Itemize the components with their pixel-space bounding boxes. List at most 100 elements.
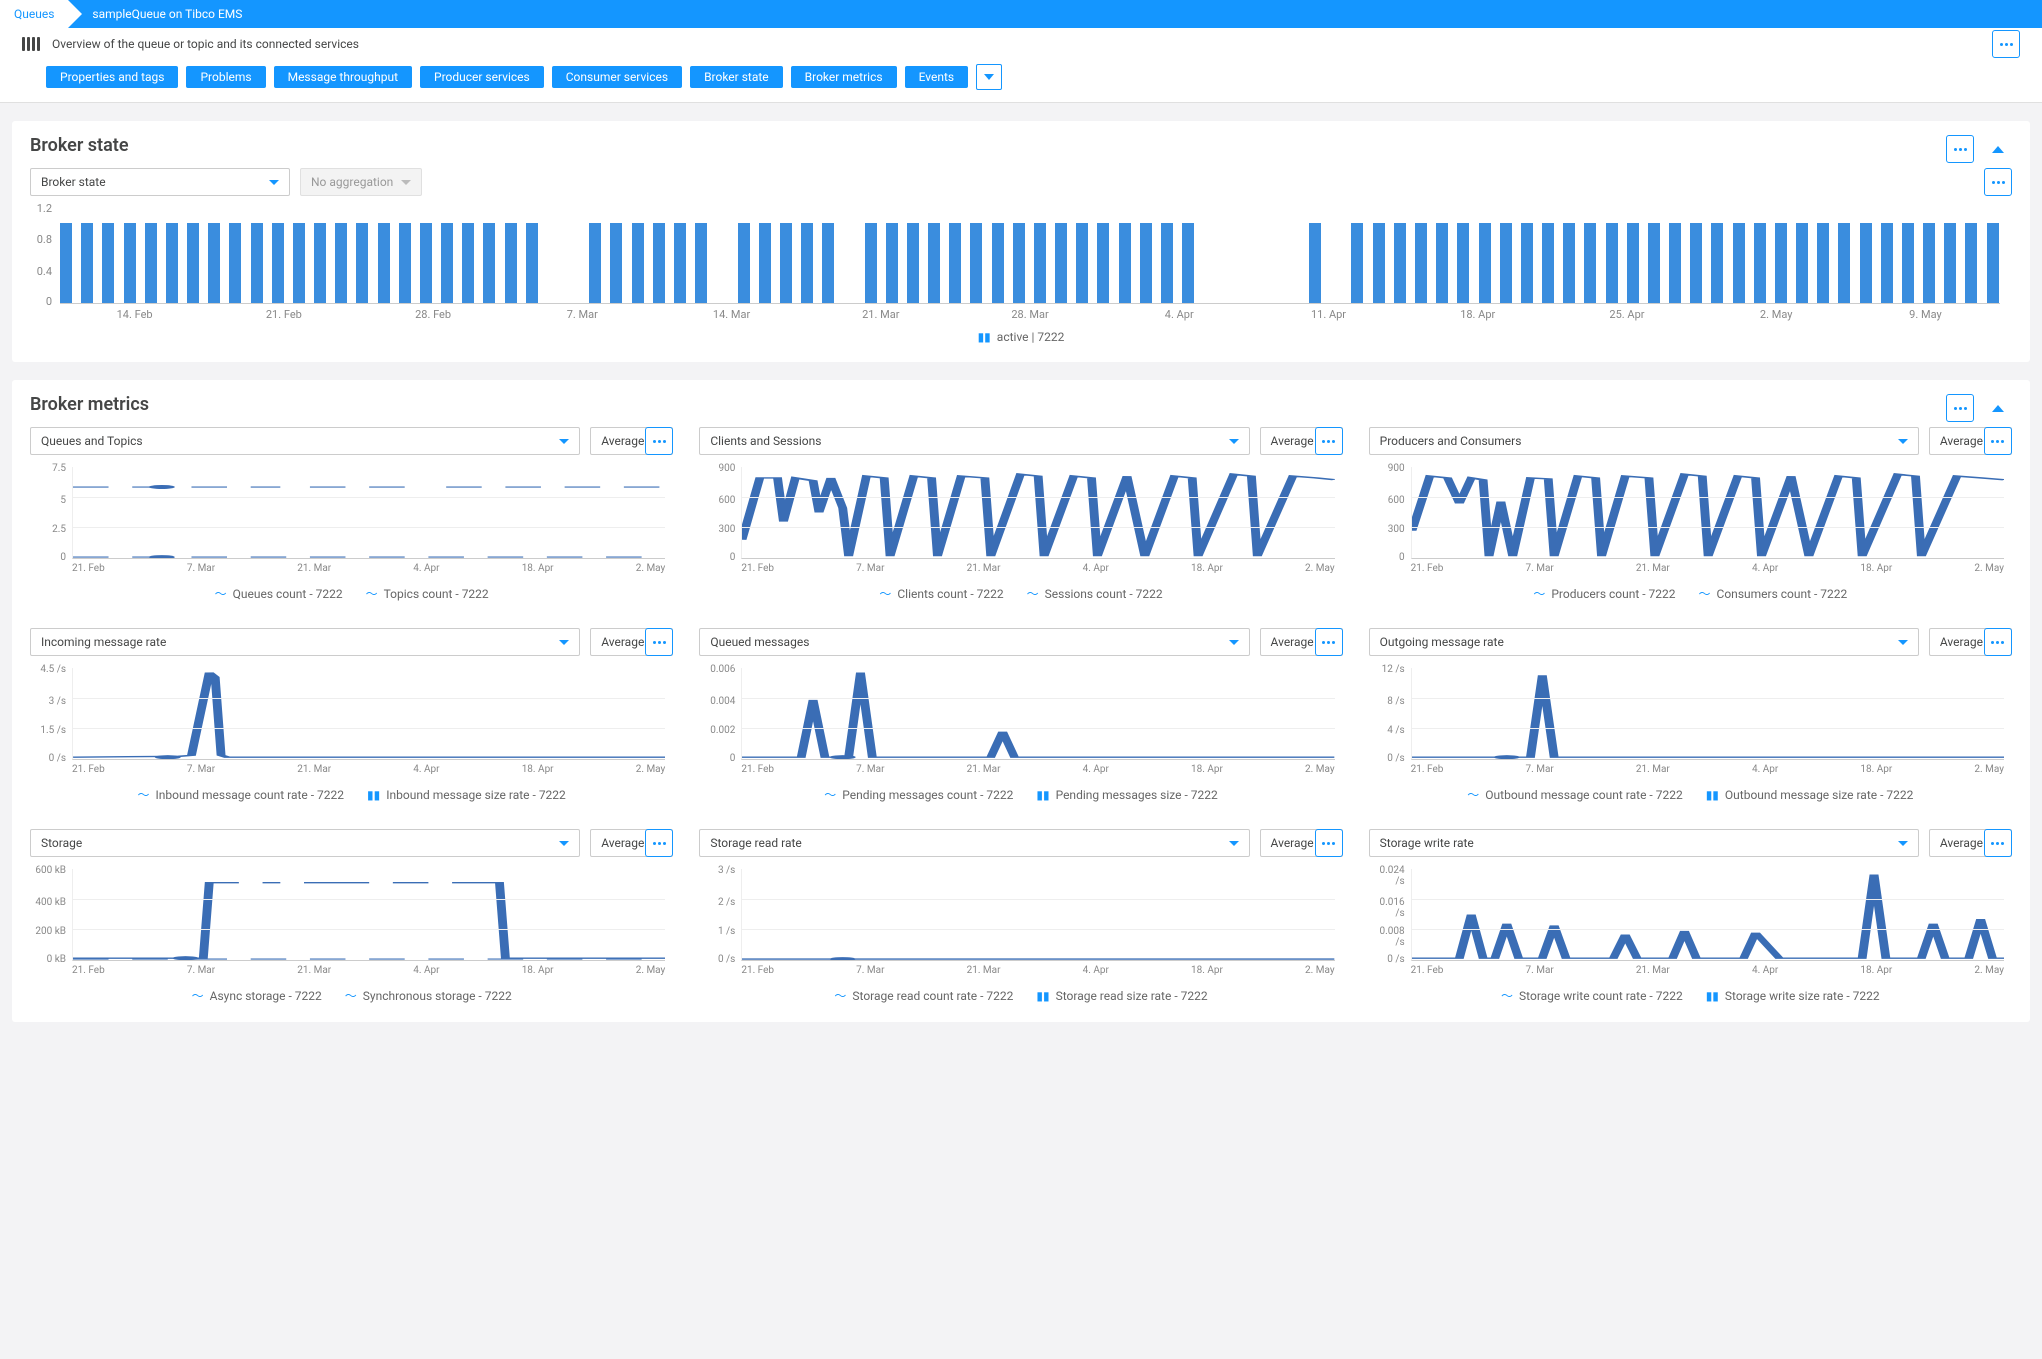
plot-area <box>1411 467 2004 559</box>
tab-broker-metrics[interactable]: Broker metrics <box>791 66 897 88</box>
chart-more-button[interactable] <box>1315 427 1343 455</box>
chevron-down-icon <box>984 74 994 80</box>
y-axis: 900 600 300 0 <box>699 467 739 559</box>
chart-area[interactable]: 12 /s 8 /s 4 /s 0 /s 21. Feb7. Mar21. Ma… <box>1369 664 2012 782</box>
line-icon: 〜 <box>1467 786 1479 803</box>
chart-area[interactable]: 900 600 300 0 21. Feb7. Mar21. Mar4. Apr… <box>699 463 1342 581</box>
plot-area <box>741 869 1334 961</box>
broker-state-metric-selector[interactable]: Broker state <box>30 168 290 196</box>
line-icon: 〜 <box>1533 585 1545 602</box>
line-icon: 〜 <box>366 585 378 602</box>
chart-more-button[interactable] <box>1984 427 2012 455</box>
tab-message-throughput[interactable]: Message throughput <box>274 66 412 88</box>
line-icon: 〜 <box>192 987 204 1004</box>
tab-broker-state[interactable]: Broker state <box>690 66 783 88</box>
y-axis: 12 /s 8 /s 4 /s 0 /s <box>1369 668 1409 760</box>
broker-metrics-panel: Broker metrics Queues and Topics Average… <box>12 380 2030 1022</box>
chevron-up-icon <box>1992 405 2004 412</box>
selector-label: Average <box>601 434 644 448</box>
x-axis: 21. Feb7. Mar21. Mar4. Apr18. Apr2. May <box>72 764 665 780</box>
chart-legend: 〜Async storage - 7222 〜Synchronous stora… <box>30 987 673 1004</box>
plot-area <box>1411 668 2004 760</box>
selector-label: No aggregation <box>311 175 393 189</box>
broker-state-chart-more-button[interactable] <box>1984 168 2012 196</box>
x-axis: 21. Feb7. Mar21. Mar4. Apr18. Apr2. May <box>72 965 665 981</box>
selector-label: Incoming message rate <box>41 635 166 649</box>
broker-metrics-more-button[interactable] <box>1946 394 1974 422</box>
broker-state-chart[interactable]: 1.2 0.8 0.4 0 14. Feb21. Feb28. Feb7. Ma… <box>30 206 2012 326</box>
broker-state-collapse-button[interactable] <box>1984 135 2012 163</box>
chart-legend: 〜Inbound message count rate - 7222 ▮▮Inb… <box>30 786 673 803</box>
chart-area[interactable]: 7.5 5 2.5 0 21. Feb7. Mar21. Mar4. Apr18… <box>30 463 673 581</box>
y-axis: 0.006 0.004 0.002 0 <box>699 668 739 760</box>
selector-label: Broker state <box>41 175 106 189</box>
line-icon: 〜 <box>1699 585 1711 602</box>
chart-legend: 〜Storage read count rate - 7222 ▮▮Storag… <box>699 987 1342 1004</box>
metric-chart-5: Outgoing message rate Average 12 /s 8 /s… <box>1369 628 2012 803</box>
chart-area[interactable]: 0.006 0.004 0.002 0 21. Feb7. Mar21. Mar… <box>699 664 1342 782</box>
chart-area[interactable]: 3 /s 2 /s 1 /s 0 /s 21. Feb7. Mar21. Mar… <box>699 865 1342 983</box>
metric-selector[interactable]: Queues and Topics <box>30 427 580 455</box>
x-axis: 21. Feb7. Mar21. Mar4. Apr18. Apr2. May <box>72 563 665 579</box>
broker-metrics-collapse-button[interactable] <box>1984 394 2012 422</box>
plot-area <box>72 668 665 760</box>
bar-icon: ▮▮ <box>1706 989 1719 1003</box>
metric-selector[interactable]: Outgoing message rate <box>1369 628 1919 656</box>
selector-label: Storage <box>41 836 82 850</box>
y-axis: 900 600 300 0 <box>1369 467 1409 559</box>
chart-more-button[interactable] <box>1315 829 1343 857</box>
chart-legend: 〜Outbound message count rate - 7222 ▮▮Ou… <box>1369 786 2012 803</box>
line-icon: 〜 <box>1501 987 1513 1004</box>
tab-producer-services[interactable]: Producer services <box>420 66 544 88</box>
line-icon: 〜 <box>824 786 836 803</box>
bar-icon: ▮▮ <box>1036 788 1049 802</box>
broker-state-title: Broker state <box>30 135 2012 156</box>
metric-chart-2: Producers and Consumers Average 900 600 … <box>1369 427 2012 602</box>
metric-selector[interactable]: Queued messages <box>699 628 1249 656</box>
metric-selector[interactable]: Storage <box>30 829 580 857</box>
tab-consumer-services[interactable]: Consumer services <box>552 66 682 88</box>
selector-label: Storage write rate <box>1380 836 1474 850</box>
metric-selector[interactable]: Storage write rate <box>1369 829 1919 857</box>
header-more-button[interactable] <box>1992 30 2020 58</box>
bar-icon: ▮▮ <box>1706 788 1719 802</box>
chart-area[interactable]: 4.5 /s 3 /s 1.5 /s 0 /s 21. Feb7. Mar21.… <box>30 664 673 782</box>
metric-selector[interactable]: Clients and Sessions <box>699 427 1249 455</box>
metric-selector[interactable]: Storage read rate <box>699 829 1249 857</box>
chart-area[interactable]: 600 kB 400 kB 200 kB 0 kB 21. Feb7. Mar2… <box>30 865 673 983</box>
metric-chart-4: Queued messages Average 0.006 0.004 0.00… <box>699 628 1342 803</box>
chart-more-button[interactable] <box>645 829 673 857</box>
metric-selector[interactable]: Incoming message rate <box>30 628 580 656</box>
tab-problems[interactable]: Problems <box>186 66 265 88</box>
metric-chart-6: Storage Average 600 kB 400 kB 200 kB 0 k… <box>30 829 673 1004</box>
chart-area[interactable]: 900 600 300 0 21. Feb7. Mar21. Mar4. Apr… <box>1369 463 2012 581</box>
y-axis: 1.2 0.8 0.4 0 <box>30 206 56 304</box>
chart-legend: 〜Pending messages count - 7222 ▮▮Pending… <box>699 786 1342 803</box>
x-axis: 21. Feb7. Mar21. Mar4. Apr18. Apr2. May <box>1411 563 2004 579</box>
chart-more-button[interactable] <box>1315 628 1343 656</box>
chart-more-button[interactable] <box>645 628 673 656</box>
chart-more-button[interactable] <box>645 427 673 455</box>
chart-area[interactable]: 0.024 /s 0.016 /s 0.008 /s 0 /s 21. Feb7… <box>1369 865 2012 983</box>
chart-more-button[interactable] <box>1984 829 2012 857</box>
broker-state-more-button[interactable] <box>1946 135 1974 163</box>
broker-metrics-title: Broker metrics <box>30 394 2012 415</box>
metric-selector[interactable]: Producers and Consumers <box>1369 427 1919 455</box>
selector-label: Average <box>1940 635 1983 649</box>
chart-more-button[interactable] <box>1984 628 2012 656</box>
line-icon: 〜 <box>138 786 150 803</box>
header-row: Overview of the queue or topic and its c… <box>0 28 2042 60</box>
tab-properties-and-tags[interactable]: Properties and tags <box>46 66 178 88</box>
pills-overflow-button[interactable] <box>976 64 1002 90</box>
tab-events[interactable]: Events <box>905 66 969 88</box>
x-axis: 14. Feb21. Feb28. Feb7. Mar14. Mar21. Ma… <box>60 308 2000 326</box>
breadcrumb-root[interactable]: Queues <box>0 0 68 28</box>
chart-plot-area <box>60 206 2000 304</box>
selector-label: Average <box>1271 635 1314 649</box>
x-axis: 21. Feb7. Mar21. Mar4. Apr18. Apr2. May <box>1411 764 2004 780</box>
selector-label: Average <box>601 635 644 649</box>
broker-state-panel: Broker state Broker state No aggregation… <box>12 121 2030 362</box>
page-subtitle: Overview of the queue or topic and its c… <box>52 37 359 51</box>
breadcrumb-current: sampleQueue on Tibco EMS <box>68 7 242 21</box>
metric-chart-1: Clients and Sessions Average 900 600 300… <box>699 427 1342 602</box>
